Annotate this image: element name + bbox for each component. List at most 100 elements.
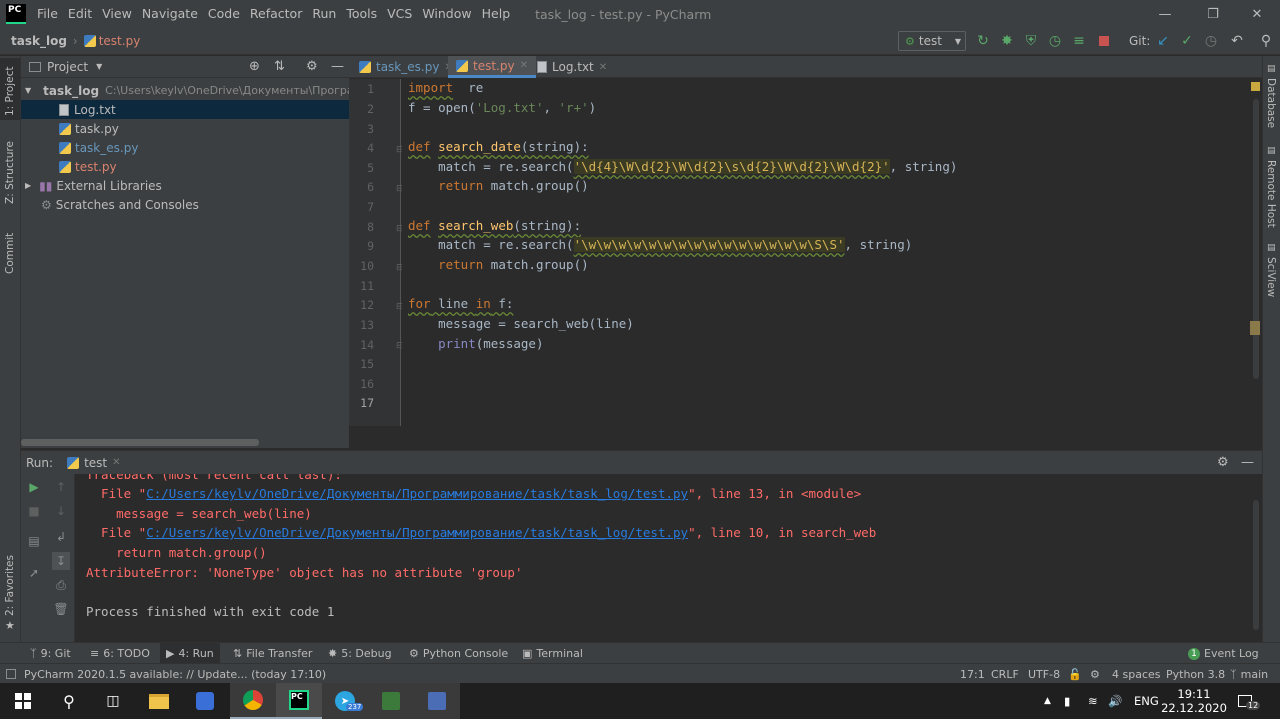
tray-overflow-icon[interactable]: ▲ xyxy=(1044,683,1051,719)
indent-setting[interactable]: 4 spaces xyxy=(1112,664,1161,684)
scroll-to-end-icon[interactable]: ↧ xyxy=(52,552,70,570)
horizontal-scrollbar[interactable] xyxy=(21,439,259,446)
breadcrumb-file[interactable]: test.py xyxy=(83,34,140,48)
tree-root-task-log[interactable]: ▼ task_log C:\Users\keylv\OneDrive\Докум… xyxy=(21,81,349,100)
tool-window-remote-host[interactable]: Remote Host xyxy=(1265,160,1277,228)
tab-test-py-active[interactable]: test.py ✕ xyxy=(448,56,536,78)
search-everywhere-icon[interactable]: ⚲ xyxy=(1257,32,1275,50)
menu-file[interactable]: File xyxy=(32,0,63,28)
app-icon[interactable] xyxy=(182,683,228,719)
menu-tools[interactable]: Tools xyxy=(341,0,382,28)
maximize-button[interactable]: ❐ xyxy=(1190,0,1236,28)
app-icon[interactable] xyxy=(414,683,460,719)
tool-window-commit[interactable]: Commit xyxy=(4,233,16,274)
search-icon[interactable]: ⚲ xyxy=(46,683,92,719)
expand-arrow-icon[interactable]: ▼ xyxy=(25,86,31,95)
menu-navigate[interactable]: Navigate xyxy=(137,0,203,28)
tool-window-favorites[interactable]: 2: Favorites xyxy=(4,555,16,616)
menu-view[interactable]: View xyxy=(97,0,137,28)
hide-panel-icon[interactable]: — xyxy=(331,59,344,74)
profile-icon[interactable]: ◷ xyxy=(1046,32,1064,50)
file-encoding[interactable]: UTF-8 xyxy=(1028,664,1060,684)
tool-tab-debug[interactable]: ✸ 5: Debug xyxy=(328,643,392,664)
tree-external-libraries[interactable]: ▶ ▮▮ External Libraries xyxy=(21,176,349,195)
line-separator[interactable]: CRLF xyxy=(991,664,1019,684)
run-configuration-select[interactable]: ⚙ test ▼ xyxy=(898,31,966,51)
tool-window-sciview[interactable]: SciView xyxy=(1265,257,1277,297)
app-icon[interactable] xyxy=(368,683,414,719)
traceback-file-link[interactable]: C:/Users/keylv/OneDrive/Документы/Програ… xyxy=(146,486,688,501)
scroll-thumb[interactable] xyxy=(1253,99,1259,379)
traceback-file-link[interactable]: C:/Users/keylv/OneDrive/Документы/Програ… xyxy=(146,525,688,540)
tree-item-task-es-py[interactable]: task_es.py xyxy=(21,138,349,157)
telegram-icon[interactable]: ➤ 237 xyxy=(322,683,368,719)
run-tab-test[interactable]: test ✕ xyxy=(67,456,121,470)
tree-item-task-py[interactable]: task.py xyxy=(21,119,349,138)
run-play-icon[interactable]: ▶ xyxy=(27,480,41,494)
language-indicator[interactable]: ENG xyxy=(1134,683,1159,719)
concurrency-icon[interactable]: ≡ xyxy=(1070,32,1088,50)
tool-tab-python-console[interactable]: ⚙ Python Console xyxy=(409,643,508,664)
close-window-button[interactable]: ✕ xyxy=(1234,0,1280,28)
menu-code[interactable]: Code xyxy=(203,0,245,28)
rerun-icon[interactable]: ↻ xyxy=(974,32,992,50)
windows-start-icon[interactable] xyxy=(0,683,46,719)
tool-tab-run-active[interactable]: ▶ 4: Run xyxy=(160,643,220,664)
soft-wrap-icon[interactable]: ↲ xyxy=(54,530,68,544)
layout-icon[interactable]: ▤ xyxy=(27,534,41,548)
close-tab-icon[interactable]: ✕ xyxy=(520,60,528,71)
hide-panel-icon[interactable]: — xyxy=(1241,455,1254,470)
menu-refactor[interactable]: Refactor xyxy=(245,0,307,28)
task-view-icon[interactable]: ◫ xyxy=(90,683,136,719)
status-toggle-icon[interactable] xyxy=(6,669,16,679)
tool-tab-file-transfer[interactable]: ⇅ File Transfer xyxy=(233,643,312,664)
pin-icon[interactable]: ➚ xyxy=(27,566,41,580)
debug-bug-icon[interactable]: ✸ xyxy=(998,32,1016,50)
console-output[interactable]: Traceback (most recent call last): File … xyxy=(75,474,1250,642)
clock[interactable]: 19:11 22.12.2020 xyxy=(1161,683,1227,719)
close-tab-icon[interactable]: ✕ xyxy=(112,457,120,468)
stop-icon[interactable]: ■ xyxy=(27,504,41,518)
close-tab-icon[interactable]: ✕ xyxy=(599,62,607,73)
file-explorer-icon[interactable] xyxy=(136,683,182,719)
tool-window-project[interactable]: 1: Project xyxy=(4,67,16,116)
menu-vcs[interactable]: VCS xyxy=(382,0,417,28)
down-arrow-icon[interactable]: ↓ xyxy=(54,504,68,518)
inspection-icon[interactable]: ⚙ xyxy=(1090,664,1100,684)
scroll-thumb[interactable] xyxy=(1253,500,1259,630)
tool-window-structure[interactable]: Z: Structure xyxy=(4,141,16,204)
tool-tab-terminal[interactable]: ▣ Terminal xyxy=(522,643,583,664)
project-panel-title[interactable]: Project xyxy=(47,60,88,74)
collapse-all-icon[interactable]: ⇅ xyxy=(274,59,285,74)
print-icon[interactable]: ⎙ xyxy=(54,578,68,592)
tree-item-log-txt[interactable]: Log.txt xyxy=(21,100,349,119)
menu-run[interactable]: Run xyxy=(307,0,341,28)
minimize-button[interactable]: — xyxy=(1142,0,1188,28)
caret-position[interactable]: 17:1 xyxy=(960,664,985,684)
warning-marker-icon[interactable] xyxy=(1251,82,1260,91)
tool-tab-event-log[interactable]: 1 Event Log xyxy=(1188,643,1259,664)
git-branch[interactable]: ᛉ main xyxy=(1230,664,1268,684)
console-scrollbar[interactable] xyxy=(1250,474,1262,642)
git-history-icon[interactable]: ◷ xyxy=(1202,32,1220,50)
chrome-icon[interactable] xyxy=(230,683,276,719)
battery-icon[interactable]: ▮ xyxy=(1064,683,1070,719)
git-commit-check-icon[interactable]: ✓ xyxy=(1178,32,1196,50)
trash-icon[interactable]: 🗑 xyxy=(53,602,68,616)
gear-icon[interactable]: ⚙ xyxy=(306,59,318,74)
menu-window[interactable]: Window xyxy=(417,0,476,28)
expand-arrow-icon[interactable]: ▶ xyxy=(25,181,31,190)
python-interpreter[interactable]: Python 3.8 xyxy=(1166,664,1225,684)
wifi-icon[interactable]: ≋ xyxy=(1088,683,1098,719)
tab-task-es-py[interactable]: task_es.py ✕ xyxy=(351,56,461,78)
git-rollback-icon[interactable]: ↶ xyxy=(1228,32,1246,50)
chevron-down-icon[interactable]: ▼ xyxy=(96,62,102,71)
warning-stripe[interactable] xyxy=(1250,321,1260,335)
tree-item-test-py[interactable]: test.py xyxy=(21,157,349,176)
code-editor[interactable]: import re f = open('Log.txt', 'r+') def … xyxy=(402,79,1252,426)
tab-log-txt[interactable]: Log.txt ✕ xyxy=(529,56,615,78)
up-arrow-icon[interactable]: ↑ xyxy=(54,480,68,494)
notifications-icon[interactable]: 12 xyxy=(1238,683,1261,719)
tool-tab-todo[interactable]: ≡ 6: TODO xyxy=(90,643,150,664)
tool-tab-git[interactable]: ᛉ 9: Git xyxy=(30,643,71,664)
